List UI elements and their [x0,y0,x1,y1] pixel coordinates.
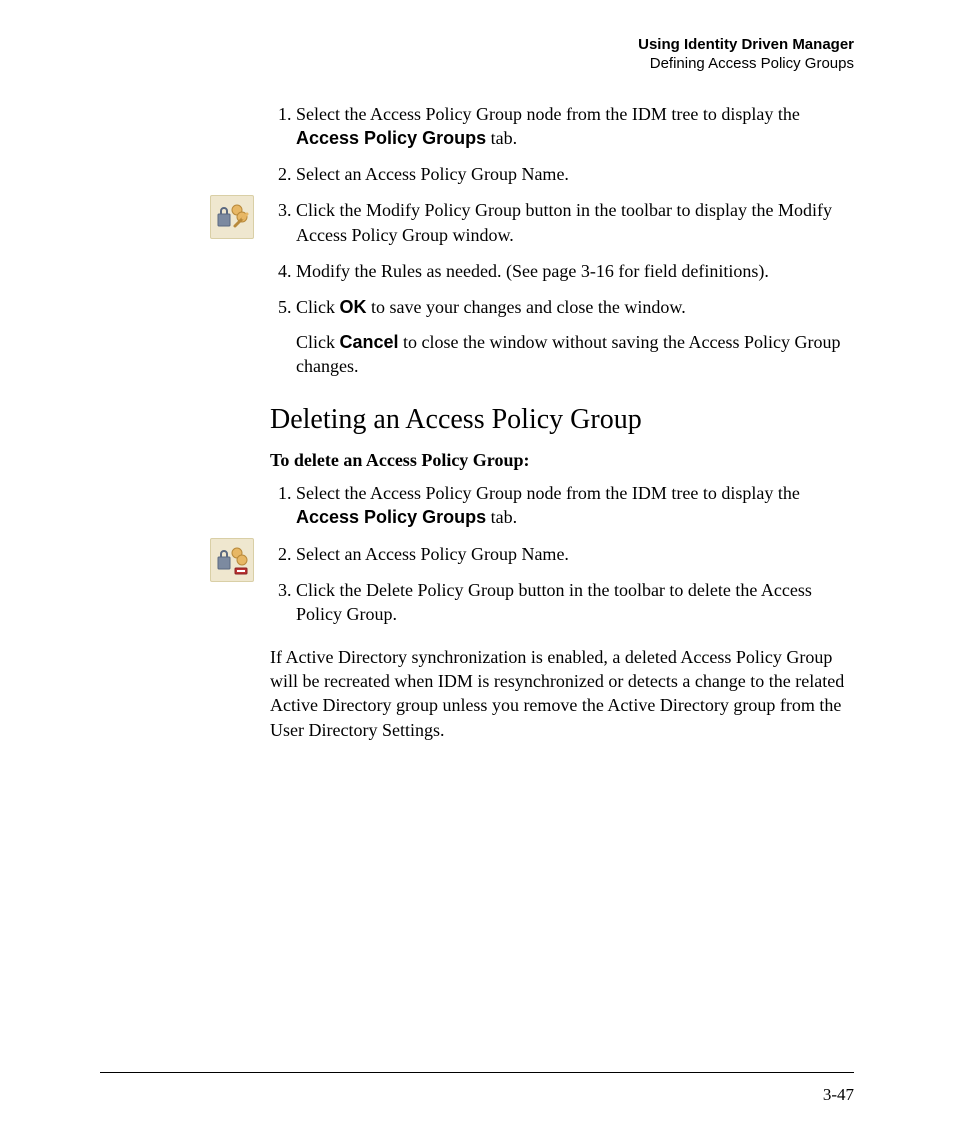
note-paragraph: If Active Directory synchronization is e… [270,645,854,742]
header-subtitle: Defining Access Policy Groups [100,55,854,74]
footer-rule [100,1072,854,1073]
header-title: Using Identity Driven Manager [100,36,854,55]
step-item: Click the Modify Policy Group button in … [296,198,854,247]
ui-term: Access Policy Groups [296,128,486,148]
step-text: Click the Modify Policy Group button in … [296,200,832,244]
delete-policy-group-icon [210,538,254,582]
step-text: tab. [486,128,517,148]
step-text: Click [296,332,340,352]
ui-term: OK [340,297,367,317]
step-item: Click the Delete Policy Group button in … [296,578,854,627]
step-item: Select an Access Policy Group Name. [296,542,854,566]
modify-steps-list: Select the Access Policy Group node from… [270,102,854,379]
step-item: Modify the Rules as needed. (See page 3-… [296,259,854,283]
step-text: Select the Access Policy Group node from… [296,104,800,124]
procedure-lead: To delete an Access Policy Group: [270,450,854,471]
step-text: Select an Access Policy Group Name. [296,164,569,184]
step-text: tab. [486,507,517,527]
step-text: Select an Access Policy Group Name. [296,544,569,564]
step-item: Select the Access Policy Group node from… [296,102,854,151]
ui-term: Access Policy Groups [296,507,486,527]
step-text: Click the Delete Policy Group button in … [296,580,812,624]
step-text: Select the Access Policy Group node from… [296,483,800,503]
step-text: Click [296,297,340,317]
section-heading: Deleting an Access Policy Group [270,404,854,436]
step-item: Select an Access Policy Group Name. [296,162,854,186]
ui-term: Cancel [340,332,399,352]
step-item: Select the Access Policy Group node from… [296,481,854,530]
delete-steps-list: Select the Access Policy Group node from… [270,481,854,626]
step-text: Modify the Rules as needed. (See page 3-… [296,261,769,281]
page-number: 3-47 [823,1085,854,1105]
modify-policy-group-icon [210,195,254,239]
running-header: Using Identity Driven Manager Defining A… [100,36,854,74]
step-text: to save your changes and close the windo… [367,297,686,317]
step-item: Click OK to save your changes and close … [296,295,854,378]
